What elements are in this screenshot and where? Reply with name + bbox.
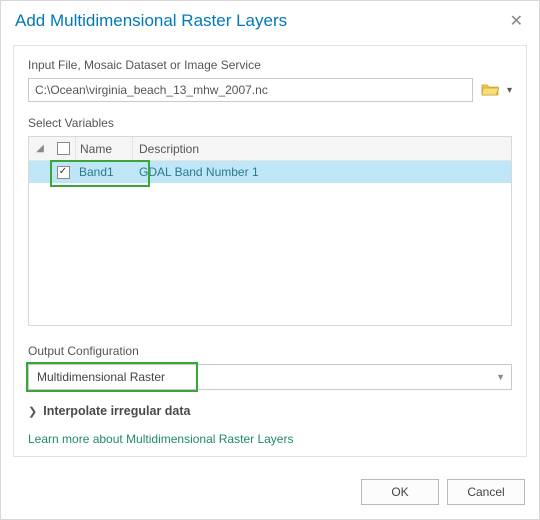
column-header-name[interactable]: Name: [75, 137, 133, 160]
dialog-body: Input File, Mosaic Dataset or Image Serv…: [13, 45, 527, 457]
close-icon[interactable]: ✕: [506, 9, 527, 33]
learn-more-link[interactable]: Learn more about Multidimensional Raster…: [28, 432, 512, 446]
row-name: Band1: [75, 165, 133, 179]
select-all-checkbox[interactable]: [57, 142, 70, 155]
variables-header-row: ◢ Name Description: [29, 137, 511, 161]
ok-button[interactable]: OK: [361, 479, 439, 505]
select-variables-label: Select Variables: [28, 116, 512, 130]
browse-dropdown-icon[interactable]: ▾: [507, 85, 512, 96]
variables-table: ◢ Name Description Band1 GDAL Band Numbe…: [28, 136, 512, 326]
dialog-add-multidimensional-raster-layers: Add Multidimensional Raster Layers ✕ Inp…: [0, 0, 540, 520]
select-all-checkbox-cell: [51, 142, 75, 155]
browse-folder-icon[interactable]: [481, 82, 499, 98]
dialog-button-row: OK Cancel: [1, 469, 539, 519]
titlebar: Add Multidimensional Raster Layers ✕: [1, 1, 539, 37]
dialog-title: Add Multidimensional Raster Layers: [15, 11, 506, 31]
cancel-button[interactable]: Cancel: [447, 479, 525, 505]
table-row[interactable]: Band1 GDAL Band Number 1: [29, 161, 511, 183]
row-checkbox[interactable]: [57, 166, 70, 179]
output-config-value: Multidimensional Raster: [37, 370, 165, 384]
output-config-select[interactable]: Multidimensional Raster ▼: [28, 364, 512, 390]
row-description: GDAL Band Number 1: [133, 165, 511, 179]
collapse-all-icon[interactable]: ◢: [29, 143, 51, 154]
chevron-right-icon: ❯: [28, 405, 37, 418]
input-file-row: ▾: [28, 78, 512, 102]
column-header-description[interactable]: Description: [133, 142, 511, 156]
interpolate-label: Interpolate irregular data: [43, 404, 190, 418]
input-file-field[interactable]: [28, 78, 473, 102]
output-config-label: Output Configuration: [28, 344, 512, 358]
input-file-label: Input File, Mosaic Dataset or Image Serv…: [28, 58, 512, 72]
chevron-down-icon: ▼: [496, 372, 505, 382]
row-checkbox-cell: [51, 166, 75, 179]
table-empty-area: [29, 183, 511, 325]
interpolate-section-toggle[interactable]: ❯ Interpolate irregular data: [28, 404, 512, 418]
